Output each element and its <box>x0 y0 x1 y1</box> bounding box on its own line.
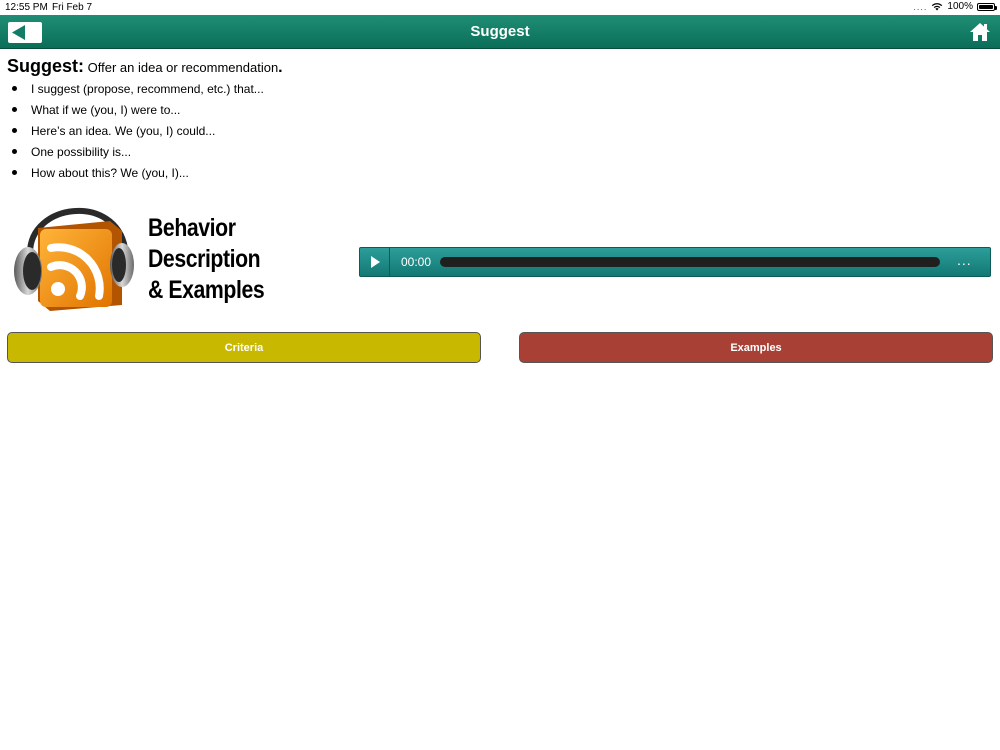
battery-percent: 100% <box>947 1 973 12</box>
list-item: How about this? We (you, I)... <box>12 164 264 185</box>
list-item: One possibility is... <box>12 143 264 164</box>
status-date: Fri Feb 7 <box>52 2 93 13</box>
logo-line-2: Description <box>148 245 261 273</box>
screen: 12:55 PM Fri Feb 7 .... 100% Suggest Sug… <box>0 0 1000 750</box>
status-time: 12:55 PM <box>5 2 48 13</box>
wifi-icon <box>932 3 943 11</box>
heading-term: Suggest: <box>7 56 85 76</box>
heading-description: Offer an idea or recommendation <box>87 60 279 75</box>
list-item: Here’s an idea. We (you, I) could... <box>12 122 264 143</box>
home-button[interactable] <box>969 21 991 43</box>
play-icon <box>370 256 380 268</box>
logo-line-3: & Examples <box>148 276 265 304</box>
signal-indicator: .... <box>913 1 928 12</box>
page-title: Suggest <box>470 23 530 40</box>
progress-track[interactable] <box>440 257 940 267</box>
battery-icon <box>977 2 997 11</box>
list-item: What if we (you, I) were to... <box>12 101 264 122</box>
list-item: I suggest (propose, recommend, etc.) tha… <box>12 80 264 101</box>
home-icon <box>970 23 990 41</box>
more-options-button[interactable]: ... <box>957 252 972 268</box>
status-right: .... 100% <box>913 1 997 12</box>
heading-period: . <box>278 59 283 76</box>
current-time: 00:00 <box>401 255 432 269</box>
criteria-button[interactable]: Criteria <box>7 332 481 363</box>
logo-line-1: Behavior <box>148 214 236 242</box>
logo-text: Behavior Description & Examples <box>148 213 265 306</box>
play-button[interactable] <box>360 248 390 276</box>
audio-player: 00:00 ... <box>359 247 991 277</box>
definition-heading: Suggest: Offer an idea or recommendation… <box>7 56 283 77</box>
status-bar: 12:55 PM Fri Feb 7 .... 100% <box>0 0 1000 15</box>
phrase-list: I suggest (propose, recommend, etc.) tha… <box>12 80 264 185</box>
navbar: Suggest <box>0 15 1000 49</box>
examples-button[interactable]: Examples <box>519 332 993 363</box>
